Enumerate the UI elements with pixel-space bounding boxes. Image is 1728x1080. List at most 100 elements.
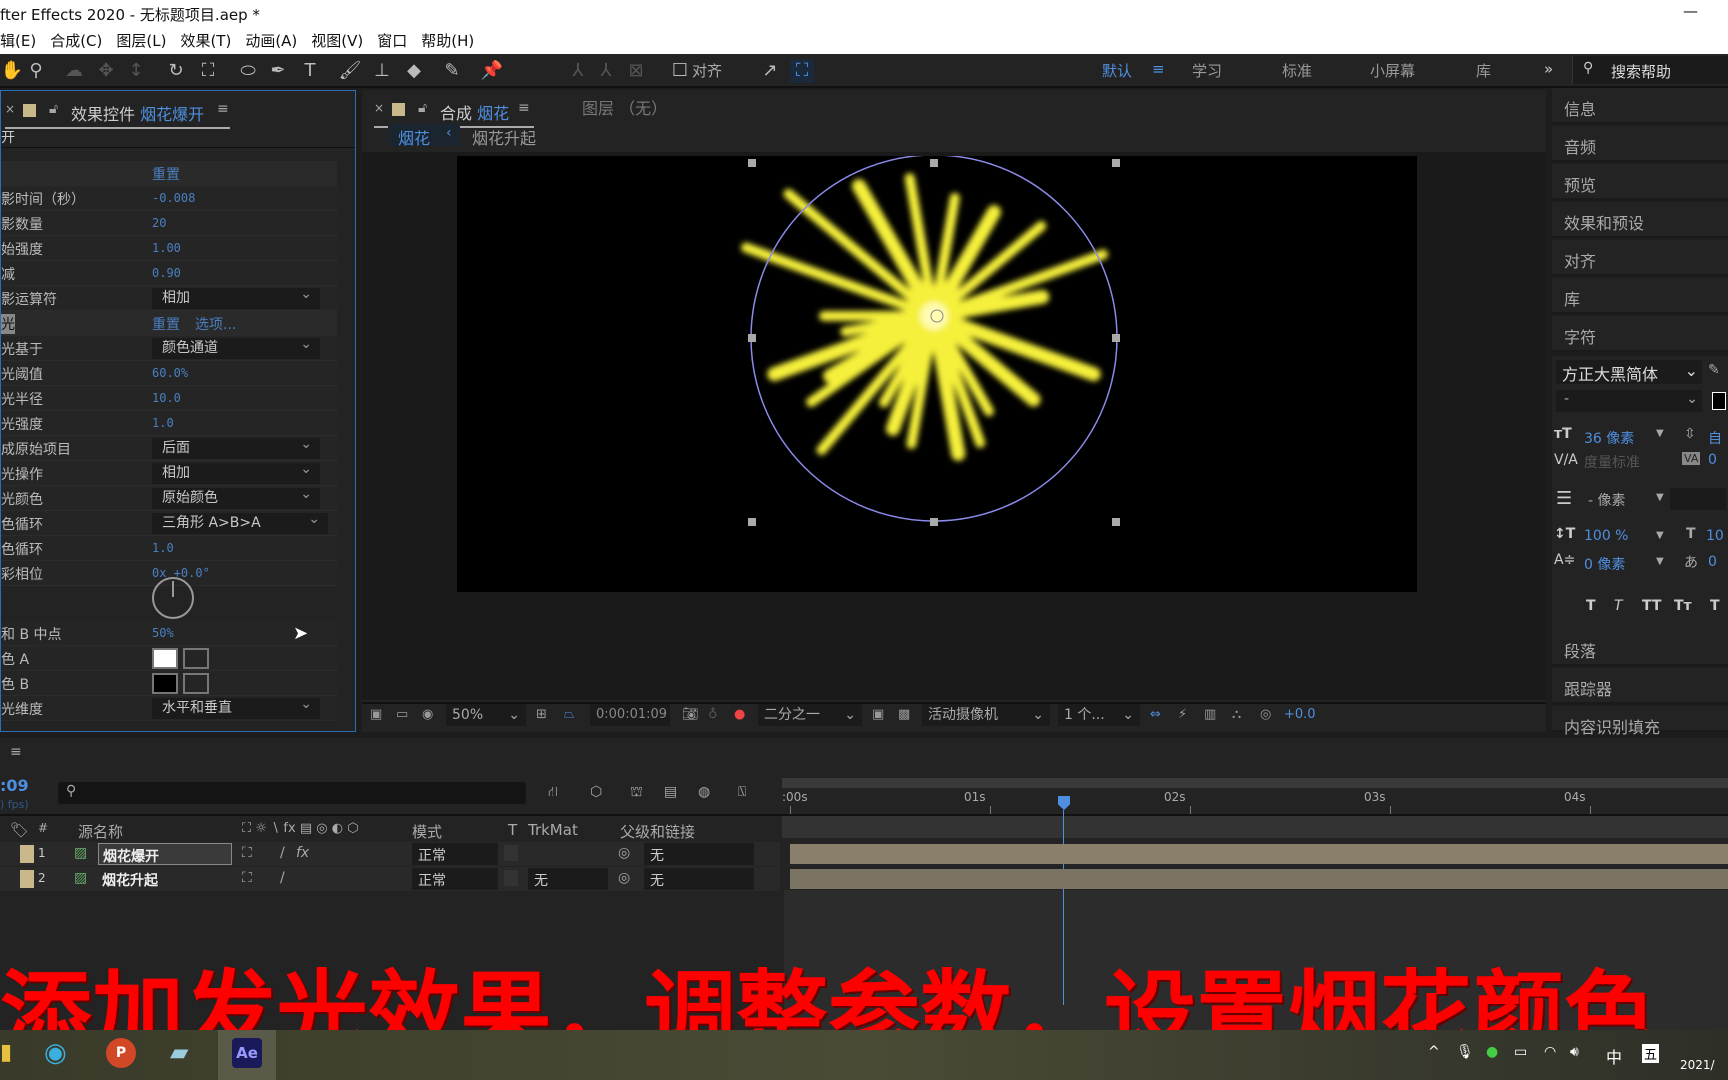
phase-dial[interactable] <box>152 577 194 619</box>
vertical-scale-value[interactable]: 100 % <box>1584 528 1628 544</box>
lock-icon[interactable]: 🔓︎ <box>49 101 58 117</box>
menu-item[interactable]: 合成(C) <box>50 32 102 50</box>
dolly-tool-icon[interactable]: ↕ <box>124 59 148 83</box>
eyedropper-icon[interactable]: ✎ <box>1708 362 1720 378</box>
property-value[interactable]: 1.00 <box>152 241 181 255</box>
faux-bold-button[interactable]: T <box>1586 598 1596 614</box>
column-parent[interactable]: 父级和链接 <box>620 821 695 842</box>
parent-pickwhip-icon[interactable]: ◎ <box>618 845 630 861</box>
time-ruler[interactable]: :00s 01s 02s 03s 04s <box>782 788 1728 814</box>
parent-pickwhip-icon[interactable]: ◎ <box>618 870 630 886</box>
flowchart-icon[interactable]: ⛬ <box>1232 707 1241 722</box>
clock-date[interactable]: 2021/ <box>1680 1058 1715 1072</box>
snap-checkbox[interactable]: ☐ <box>668 59 692 83</box>
puppet-tool-icon[interactable]: 📌 <box>480 59 504 83</box>
show-snapshot-icon[interactable]: ♁ <box>708 707 718 722</box>
region-of-interest-icon[interactable]: ▣ <box>872 707 884 722</box>
property-dropdown[interactable]: 相加 <box>152 284 320 309</box>
effect-controls-tab[interactable]: × 🔓︎ 效果控件 烟花爆开 ≡ <box>5 99 230 129</box>
resolution-dropdown[interactable]: 二分之一 ⌄ <box>758 704 862 726</box>
reset-link[interactable]: 重置 <box>152 314 180 334</box>
tsume-value[interactable]: 0 <box>1708 554 1717 570</box>
roto-brush-icon[interactable]: ✎ <box>440 59 464 83</box>
fill-color-swatch[interactable] <box>1712 392 1726 410</box>
baseline-shift-value[interactable]: 0 像素 <box>1584 554 1625 574</box>
reset-link[interactable]: 重置 <box>152 164 180 184</box>
wifi-icon[interactable]: ◠ <box>1544 1044 1556 1060</box>
property-dropdown[interactable]: 三角形 A>B>A <box>152 509 328 534</box>
dropdown-arrow-icon[interactable]: ▼ <box>1656 428 1664 439</box>
all-caps-button[interactable]: TT <box>1642 598 1661 614</box>
menu-item[interactable]: 动画(A) <box>245 32 297 50</box>
font-size-value[interactable]: 36 像素 <box>1584 428 1634 448</box>
panel-1[interactable]: 音频 <box>1552 126 1728 162</box>
workspace-library[interactable]: 库 <box>1476 60 1491 81</box>
close-tab-icon[interactable]: × <box>5 102 15 116</box>
always-preview-icon[interactable]: ▣ <box>370 707 382 722</box>
eraser-tool-icon[interactable]: ◆ <box>402 59 426 83</box>
menu-item[interactable]: 帮助(H) <box>421 32 474 50</box>
blend-mode-dropdown[interactable]: 正常 <box>412 868 498 890</box>
menu-item[interactable]: 视图(V) <box>311 32 363 50</box>
workspace-learn[interactable]: 学习 <box>1192 60 1222 81</box>
column-trkmat[interactable]: TrkMat <box>528 821 578 839</box>
property-dropdown[interactable]: 颜色通道 <box>152 334 320 359</box>
fast-preview-icon[interactable]: ⚡ <box>1178 707 1187 722</box>
panel-0[interactable]: 信息 <box>1552 88 1728 124</box>
panel-menu-icon[interactable]: ≡ <box>217 101 229 117</box>
stroke-type-dropdown[interactable] <box>1670 488 1726 510</box>
dropdown-arrow-icon[interactable]: ▼ <box>1656 556 1664 567</box>
layer-label-color[interactable] <box>20 845 34 863</box>
menu-item[interactable]: 图层(L) <box>116 32 166 50</box>
axis-local-icon[interactable]: ⅄ <box>566 59 590 83</box>
property-dropdown[interactable]: 相加 <box>152 459 320 484</box>
exposure-value[interactable]: +0.0 <box>1284 707 1316 722</box>
stamp-tool-icon[interactable]: ⊥ <box>370 59 394 83</box>
mask-path-icon[interactable]: ⏢ <box>564 707 574 722</box>
workspace-default[interactable]: 默认 <box>1102 60 1132 81</box>
breadcrumb-current[interactable]: 烟花 ‹ <box>388 124 460 148</box>
property-value[interactable]: -0.008 <box>152 191 195 205</box>
font-family-dropdown[interactable]: 方正大黑简体 ⌄ <box>1556 360 1702 384</box>
panel-bottom-1[interactable]: 跟踪器 <box>1552 668 1728 704</box>
column-t[interactable]: T <box>508 821 517 839</box>
axis-world-icon[interactable]: ⅄ <box>594 59 618 83</box>
file-explorer-icon[interactable]: ▮ <box>0 1040 12 1065</box>
lock-icon[interactable]: 🔓︎ <box>418 100 427 116</box>
channel-rgb-icon[interactable]: ● <box>734 707 745 722</box>
menu-item[interactable]: 窗口 <box>377 32 407 50</box>
menu-item[interactable]: 辑(E) <box>0 32 36 50</box>
text-tool-icon[interactable]: T <box>298 59 322 83</box>
composition-canvas[interactable] <box>457 156 1417 592</box>
ellipse-tool-icon[interactable]: ⬭ <box>236 59 260 83</box>
more-workspaces-icon[interactable]: » <box>1544 60 1553 78</box>
monitor-icon[interactable]: ▭ <box>396 707 408 722</box>
horizontal-scale-value[interactable]: 10 <box>1706 528 1724 544</box>
quality-switch-icon[interactable]: / <box>280 870 285 886</box>
panel-5[interactable]: 库 <box>1552 278 1728 314</box>
camera-dropdown[interactable]: 活动摄像机 ⌄ <box>922 704 1050 726</box>
panel-4[interactable]: 对齐 <box>1552 240 1728 276</box>
quality-switch-icon[interactable]: / <box>280 845 285 861</box>
current-time[interactable]: :09 <box>0 776 29 795</box>
notepad-icon[interactable]: ▰ <box>170 1038 188 1066</box>
hand-tool-icon[interactable]: ✋ <box>0 59 24 83</box>
snapshot-camera-icon[interactable]: 📷︎ <box>682 707 699 722</box>
breadcrumb-item[interactable]: 烟花升起 <box>472 125 536 149</box>
menu-item[interactable]: 效果(T) <box>180 32 231 50</box>
property-value[interactable]: 10.0 <box>152 391 181 405</box>
stroke-width-value[interactable]: - 像素 <box>1588 490 1626 510</box>
mask-visibility-icon[interactable]: ◉ <box>422 707 433 722</box>
reset-exposure-icon[interactable]: ◎ <box>1260 707 1271 722</box>
brush-tool-icon[interactable]: 🖌 <box>338 59 362 83</box>
blend-mode-dropdown[interactable]: 正常 <box>412 843 498 865</box>
ime-indicator[interactable]: 中 <box>1606 1044 1622 1068</box>
help-search[interactable]: ⚲ 搜索帮助 <box>1572 56 1728 84</box>
panel-menu-icon[interactable]: ≡ <box>10 744 22 760</box>
layer-bar-1[interactable] <box>790 844 1728 864</box>
powerpoint-icon[interactable]: P <box>106 1038 136 1068</box>
frame-blending-icon[interactable]: ▤ <box>664 784 677 800</box>
font-style-dropdown[interactable]: - ⌄ <box>1556 390 1702 412</box>
wechat-icon[interactable]: ● <box>1486 1044 1498 1060</box>
panel-bottom-2[interactable]: 内容识别填充 <box>1552 706 1728 737</box>
